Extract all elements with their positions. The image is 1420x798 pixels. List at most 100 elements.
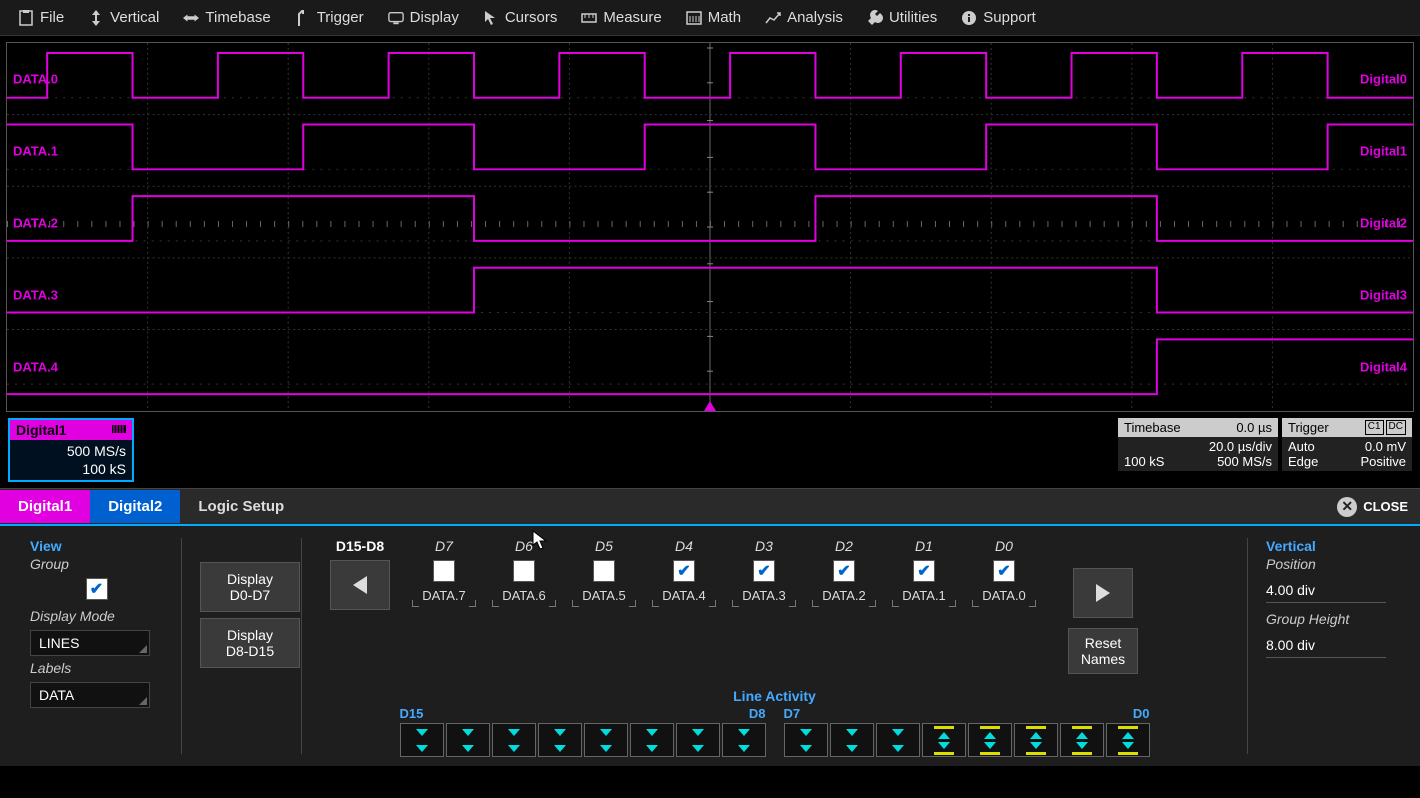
group-checkbox[interactable]: [86, 578, 108, 600]
labels-label: Labels: [30, 660, 163, 676]
trigger-slope: Positive: [1360, 454, 1406, 469]
display-mode-label: Display Mode: [30, 608, 163, 624]
tab-digital1[interactable]: Digital1: [0, 490, 90, 523]
bit-id-d6: D6: [515, 538, 533, 554]
digital-channel-badge[interactable]: Digital1 500 MS/s 100 kS: [8, 418, 134, 482]
bit-checkbox-d3[interactable]: [753, 560, 775, 582]
menu-vertical[interactable]: Vertical: [76, 3, 171, 32]
menu-trigger[interactable]: Trigger: [283, 3, 376, 32]
digital-setup-panel: View Group Display Mode LINES Labels DAT…: [0, 526, 1420, 766]
bit-checkbox-d0[interactable]: [993, 560, 1015, 582]
menu-math-label: Math: [708, 9, 741, 26]
view-title: View: [30, 538, 163, 554]
labels-select[interactable]: DATA: [30, 682, 150, 708]
display-icon: [388, 10, 404, 26]
bit-column-d7: D7 DATA.7: [404, 538, 484, 603]
bit-column-d1: D1 DATA.1: [884, 538, 964, 603]
line-activity-indicator: [400, 723, 444, 757]
display-d0-d7-button[interactable]: Display D0-D7: [200, 562, 300, 612]
channel-label-data1: DATA.1: [13, 144, 58, 159]
timebase-title: Timebase: [1124, 420, 1181, 435]
timebase-rate: 500 MS/s: [1217, 454, 1272, 469]
close-button[interactable]: ✕ CLOSE: [1325, 497, 1420, 517]
menu-cursors[interactable]: Cursors: [471, 3, 570, 32]
group-height-value[interactable]: 8.00 div: [1266, 633, 1386, 658]
trigger-src: C1: [1365, 420, 1384, 435]
digital-badge-title: Digital1: [16, 422, 67, 438]
bit-name-d0[interactable]: DATA.0: [982, 588, 1026, 603]
vertical-title: Vertical: [1266, 538, 1390, 554]
next-range-button[interactable]: [1073, 568, 1133, 618]
line-activity-indicator: [968, 723, 1012, 757]
menu-analysis[interactable]: Analysis: [753, 3, 855, 32]
menu-support[interactable]: Support: [949, 3, 1048, 32]
timebase-readout[interactable]: Timebase0.0 µs 20.0 µs/div 100 kS500 MS/…: [1118, 418, 1278, 471]
group-height-label: Group Height: [1266, 611, 1390, 627]
display-mode-select[interactable]: LINES: [30, 630, 150, 656]
analysis-icon: [765, 10, 781, 26]
menu-bar: File Vertical Timebase Trigger Display C…: [0, 0, 1420, 36]
measure-icon: [581, 10, 597, 26]
bit-column-d5: D5 DATA.5: [564, 538, 644, 603]
menu-file[interactable]: File: [6, 3, 76, 32]
menu-measure[interactable]: Measure: [569, 3, 673, 32]
bit-id-d7: D7: [435, 538, 453, 554]
close-icon: ✕: [1337, 497, 1357, 517]
bit-id-d0: D0: [995, 538, 1013, 554]
line-activity-indicator: [630, 723, 674, 757]
line-activity-indicator: [876, 723, 920, 757]
channel-label-digital2: Digital2: [1360, 216, 1407, 231]
menu-file-label: File: [40, 9, 64, 26]
line-activity-indicator: [446, 723, 490, 757]
line-activity-title: Line Activity: [320, 688, 1229, 704]
position-value[interactable]: 4.00 div: [1266, 578, 1386, 603]
channel-label-digital0: Digital0: [1360, 72, 1407, 87]
bit-checkbox-d6[interactable]: [513, 560, 535, 582]
bit-checkbox-d7[interactable]: [433, 560, 455, 582]
bit-checkbox-d5[interactable]: [593, 560, 615, 582]
channel-label-data0: DATA.0: [13, 72, 58, 87]
trigger-title: Trigger: [1288, 420, 1329, 435]
display-d8-d15-button[interactable]: Display D8-D15: [200, 618, 300, 668]
menu-utilities[interactable]: Utilities: [855, 3, 949, 32]
trigger-readout[interactable]: Trigger C1 DC Auto0.0 mV EdgePositive: [1282, 418, 1412, 471]
line-activity-indicator: [922, 723, 966, 757]
info-row: Digital1 500 MS/s 100 kS Timebase0.0 µs …: [0, 418, 1420, 482]
vertical-arrows-icon: [88, 10, 104, 26]
bit-name-d3[interactable]: DATA.3: [742, 588, 786, 603]
la-d15: D15: [400, 706, 424, 721]
digital-badge-rate: 500 MS/s: [16, 442, 126, 460]
la-d0: D0: [1133, 706, 1150, 721]
tab-digital2[interactable]: Digital2: [90, 490, 180, 523]
bit-id-d1: D1: [915, 538, 933, 554]
waveform-display[interactable]: DATA.0 Digital0 DATA.1 Digital1 DATA.2 D…: [6, 42, 1414, 412]
utilities-icon: [867, 10, 883, 26]
bit-checkbox-d2[interactable]: [833, 560, 855, 582]
menu-timebase-label: Timebase: [205, 9, 270, 26]
timebase-ks: 100 kS: [1124, 454, 1164, 469]
bit-column-d6: D6 DATA.6: [484, 538, 564, 603]
bit-name-d4[interactable]: DATA.4: [662, 588, 706, 603]
bit-name-d2[interactable]: DATA.2: [822, 588, 866, 603]
reset-names-button[interactable]: Reset Names: [1068, 628, 1138, 674]
prev-range-button[interactable]: [330, 560, 390, 610]
bit-name-d5[interactable]: DATA.5: [582, 588, 626, 603]
bit-name-d1[interactable]: DATA.1: [902, 588, 946, 603]
line-activity-indicator: [784, 723, 828, 757]
position-label: Position: [1266, 556, 1390, 572]
line-activity-indicator: [1060, 723, 1104, 757]
menu-display[interactable]: Display: [376, 3, 471, 32]
bit-checkbox-d1[interactable]: [913, 560, 935, 582]
range-label: D15-D8: [336, 538, 384, 554]
line-activity-indicator: [492, 723, 536, 757]
bit-name-d6[interactable]: DATA.6: [502, 588, 546, 603]
menu-math[interactable]: Math: [674, 3, 753, 32]
menu-support-label: Support: [983, 9, 1036, 26]
menu-trigger-label: Trigger: [317, 9, 364, 26]
line-activity-indicator: [1014, 723, 1058, 757]
bit-checkbox-d4[interactable]: [673, 560, 695, 582]
bit-name-d7[interactable]: DATA.7: [422, 588, 466, 603]
tab-logic-setup[interactable]: Logic Setup: [180, 490, 302, 523]
bit-column-d0: D0 DATA.0: [964, 538, 1044, 603]
menu-timebase[interactable]: Timebase: [171, 3, 282, 32]
